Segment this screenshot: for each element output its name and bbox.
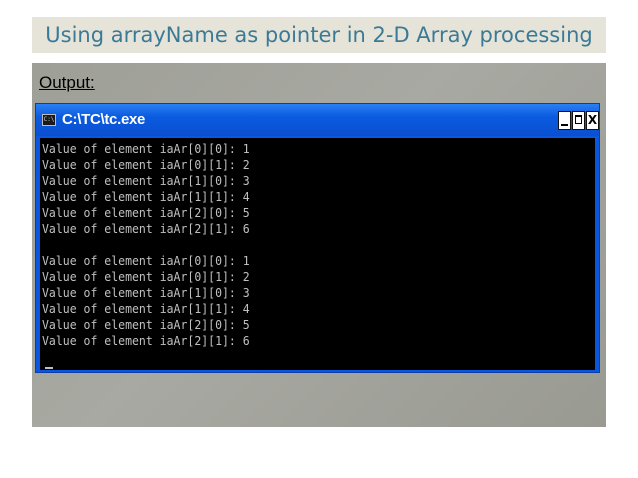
console-window: C:\ C:\TC\tc.exe X Value of element iaAr… [35, 103, 600, 373]
minimize-icon [561, 124, 568, 126]
minimize-button[interactable] [558, 111, 571, 130]
console-line: Value of element iaAr[2][1]: 6 [42, 333, 250, 348]
console-line: Value of element iaAr[2][1]: 6 [42, 221, 250, 236]
console-line: Value of element iaAr[0][1]: 2 [42, 269, 250, 284]
window-title: C:\TC\tc.exe [62, 111, 146, 128]
slide-content-panel: Output: C:\ C:\TC\tc.exe X Value of elem… [32, 63, 606, 427]
close-button[interactable]: X [586, 111, 599, 130]
text-cursor [45, 367, 53, 369]
console-line: Value of element iaAr[2][0]: 5 [42, 317, 250, 332]
maximize-button[interactable] [572, 111, 585, 130]
window-title-bar[interactable]: C:\ C:\TC\tc.exe X [36, 104, 599, 136]
console-icon[interactable]: C:\ [42, 114, 56, 126]
maximize-icon [575, 115, 582, 124]
console-line: Value of element iaAr[1][0]: 3 [42, 173, 250, 188]
console-line: Value of element iaAr[2][0]: 5 [42, 205, 250, 220]
console-line: Value of element iaAr[0][0]: 1 [42, 253, 250, 268]
console-line: Value of element iaAr[1][1]: 4 [42, 301, 250, 316]
console-line: Value of element iaAr[0][1]: 2 [42, 157, 250, 172]
console-line: Value of element iaAr[0][0]: 1 [42, 141, 250, 156]
console-line: Value of element iaAr[1][1]: 4 [42, 189, 250, 204]
output-label: Output: [39, 73, 95, 92]
slide-title: Using arrayName as pointer in 2-D Array … [32, 17, 606, 53]
console-line: Value of element iaAr[1][0]: 3 [42, 285, 250, 300]
console-output[interactable]: Value of element iaAr[0][0]: 1 Value of … [40, 138, 595, 370]
